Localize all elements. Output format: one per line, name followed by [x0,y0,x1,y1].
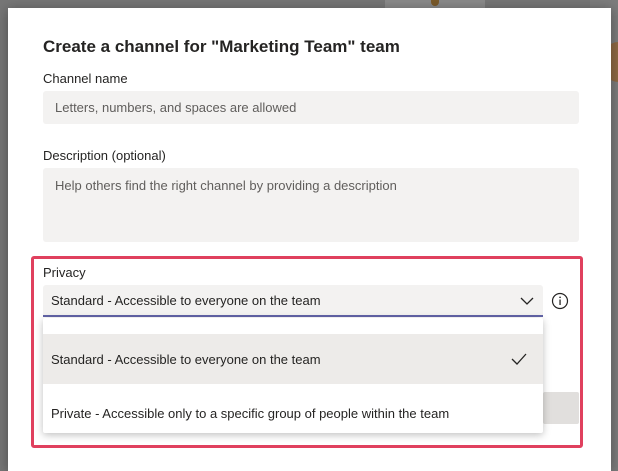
dialog-action-button[interactable] [543,392,579,424]
checkmark-icon [511,353,527,365]
dialog-title: Create a channel for "Marketing Team" te… [43,37,400,56]
option-label: Private - Accessible only to a specific … [51,405,450,421]
description-input[interactable] [43,168,579,242]
privacy-select[interactable]: Standard - Accessible to everyone on the… [43,285,543,317]
chevron-down-icon[interactable] [519,293,535,309]
privacy-option-standard[interactable]: Standard - Accessible to everyone on the… [43,334,543,384]
channel-name-input[interactable] [43,91,579,124]
background-avatar [431,0,439,6]
create-channel-dialog: Create a channel for "Marketing Team" te… [8,8,611,471]
privacy-label: Privacy [43,265,86,280]
privacy-selected-value: Standard - Accessible to everyone on the… [51,293,321,308]
description-label: Description (optional) [43,148,166,163]
info-icon[interactable] [551,292,569,310]
channel-name-label: Channel name [43,71,128,86]
privacy-option-private[interactable]: Private - Accessible only to a specific … [43,392,543,434]
option-label: Standard - Accessible to everyone on the… [51,351,321,367]
privacy-dropdown: Standard - Accessible to everyone on the… [43,318,543,433]
